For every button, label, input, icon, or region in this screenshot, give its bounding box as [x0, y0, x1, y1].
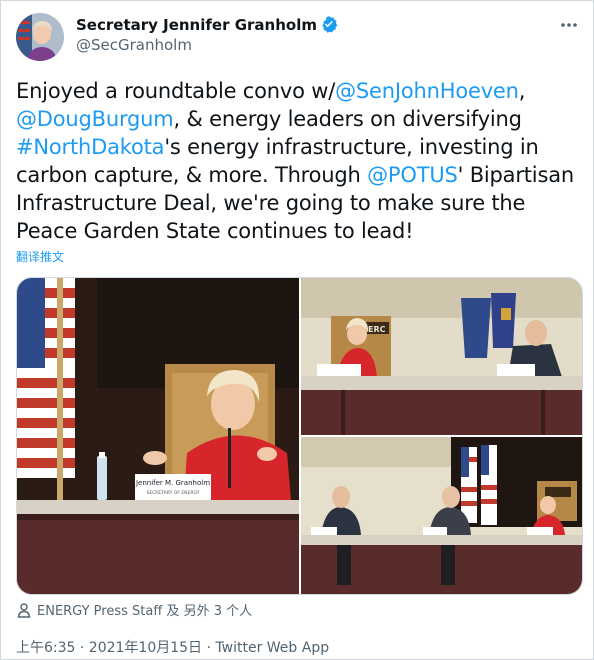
nameplate-text: Jennifer M. Granholm [135, 479, 210, 487]
photo-3[interactable] [301, 437, 582, 594]
media-grid: Jennifer M. Granholm SECRETARY OF ENERGY… [16, 277, 583, 595]
more-options-icon[interactable] [559, 17, 579, 33]
verified-badge-icon [320, 15, 338, 37]
author-name[interactable]: Secretary Jennifer Granholm [76, 15, 338, 37]
mention-senjohnhoeven[interactable]: @SenJohnHoeven [335, 79, 519, 103]
tagged-people[interactable]: ENERGY Press Staff 及 另外 3 个人 [16, 600, 252, 619]
translate-link[interactable]: 翻译推文 [16, 248, 64, 265]
tweet-text: Enjoyed a roundtable convo w/@SenJohnHoe… [16, 79, 574, 243]
tweet-card: Secretary Jennifer Granholm @SecGranholm… [0, 0, 594, 660]
photo-1[interactable]: Jennifer M. Granholm SECRETARY OF ENERGY [17, 278, 299, 594]
nameplate-subtext: SECRETARY OF ENERGY [146, 490, 199, 496]
person-icon [17, 603, 31, 618]
author-handle[interactable]: @SecGranholm [76, 36, 192, 54]
hashtag-northdakota[interactable]: #NorthDakota [16, 135, 165, 159]
avatar[interactable] [16, 13, 64, 61]
tweet-meta[interactable]: 上午6:35 · 2021年10月15日 · Twitter Web App [16, 637, 329, 657]
mention-dougburgum[interactable]: @DougBurgum [16, 107, 174, 131]
mention-potus[interactable]: @POTUS [367, 163, 458, 187]
photo-2[interactable]: EERC [301, 278, 582, 435]
